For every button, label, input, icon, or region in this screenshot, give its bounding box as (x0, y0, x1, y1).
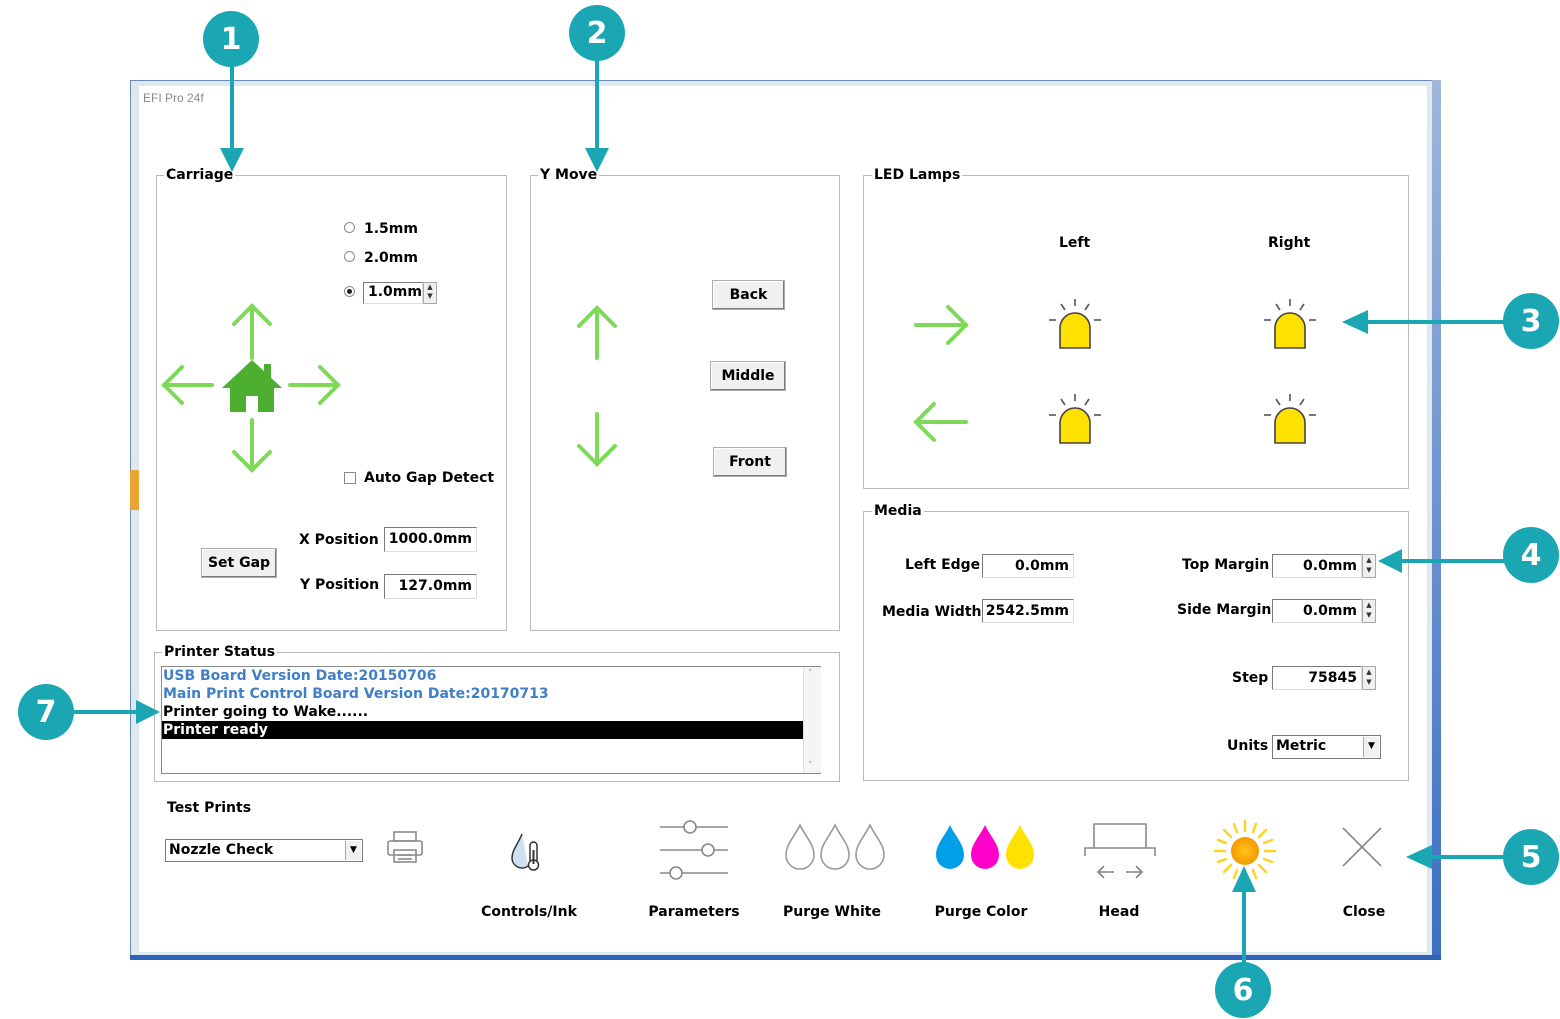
close-label[interactable]: Close (1294, 904, 1434, 920)
controls-ink-icon[interactable] (508, 830, 548, 872)
media-width-label: Media Width (882, 604, 982, 620)
test-prints-select-value: Nozzle Check (169, 842, 274, 858)
parameters-icon[interactable] (658, 817, 730, 885)
carriage-right-arrow-icon[interactable] (288, 365, 341, 405)
window-left-accent (130, 470, 139, 510)
gap-radio-2-0-label: 2.0mm (364, 250, 418, 266)
close-icon[interactable] (1341, 826, 1383, 868)
purge-color-label[interactable]: Purge Color (911, 904, 1051, 920)
chevron-down-icon: ▼ (1363, 737, 1379, 757)
callout-badge-5: 5 (1503, 829, 1559, 885)
y-front-button[interactable]: Front (713, 447, 787, 477)
x-position-label: X Position (299, 532, 379, 548)
carriage-down-arrow-icon[interactable] (232, 418, 272, 473)
status-line[interactable]: Main Print Control Board Version Date:20… (162, 685, 803, 703)
units-select[interactable]: Metric ▼ (1272, 735, 1381, 759)
status-line-selected[interactable]: Printer ready (162, 721, 803, 739)
gap-spin-input[interactable]: 1.0mm (363, 282, 423, 304)
y-move-group-label: Y Move (538, 167, 600, 183)
window-right-edge (1432, 80, 1441, 960)
chevron-down-icon: ▼ (345, 841, 361, 860)
left-edge-label: Left Edge (905, 557, 981, 573)
led-lamps-group-label: LED Lamps (872, 167, 963, 183)
parameters-label[interactable]: Parameters (624, 904, 764, 920)
controls-ink-label[interactable]: Controls/Ink (459, 904, 599, 920)
carriage-up-arrow-icon[interactable] (232, 303, 272, 360)
led-left-arrow-icon[interactable] (913, 402, 968, 442)
y-move-arrows (577, 305, 617, 467)
top-margin-field[interactable]: 0.0mm (1272, 554, 1362, 578)
led-arrows (913, 305, 969, 442)
side-margin-spin[interactable]: ▲ ▼ (1362, 599, 1376, 623)
callout-badge-2: 2 (569, 5, 625, 61)
y-move-down-arrow-icon[interactable] (577, 412, 617, 467)
callout-badge-3: 3 (1503, 293, 1559, 349)
y-position-label: Y Position (300, 577, 380, 593)
printer-status-list[interactable]: USB Board Version Date:20150706 Main Pri… (161, 666, 821, 774)
auto-gap-checkbox[interactable] (344, 472, 356, 484)
media-group-label: Media (872, 503, 924, 519)
led-right-label: Right (1268, 235, 1311, 251)
media-width-field[interactable]: 2542.5mm (982, 599, 1074, 623)
step-field[interactable]: 75845 (1272, 666, 1362, 690)
left-edge-field[interactable]: 0.0mm (982, 554, 1074, 578)
top-margin-label: Top Margin (1182, 557, 1270, 573)
scroll-down-icon[interactable]: ˅ (808, 761, 813, 771)
set-gap-button[interactable]: Set Gap (201, 548, 277, 578)
gap-radio-1-5[interactable] (344, 222, 355, 233)
units-select-value: Metric (1276, 738, 1327, 754)
purge-color-icon[interactable] (932, 822, 1038, 872)
gap-spin-arrows[interactable]: ▲ ▼ (423, 282, 437, 304)
callout-badge-1: 1 (203, 11, 259, 67)
scroll-up-icon[interactable]: ˄ (808, 669, 813, 679)
led-left-label: Left (1059, 235, 1091, 251)
head-label[interactable]: Head (1049, 904, 1189, 920)
x-position-field[interactable]: 1000.0mm (384, 527, 477, 552)
step-spin[interactable]: ▲ ▼ (1362, 666, 1376, 690)
callout-badge-4: 4 (1503, 527, 1559, 583)
print-icon[interactable] (385, 830, 425, 865)
status-line[interactable]: USB Board Version Date:20150706 (162, 667, 803, 685)
auto-gap-label: Auto Gap Detect (364, 470, 495, 486)
carriage-left-arrow-icon[interactable] (161, 365, 214, 405)
printer-status-label: Printer Status (162, 644, 278, 660)
sun-lamp-icon[interactable] (1212, 818, 1278, 884)
head-icon[interactable] (1082, 822, 1158, 884)
carriage-jog-pad (161, 303, 341, 473)
led-lamp-right-bottom-icon[interactable] (1260, 391, 1320, 446)
units-label: Units (1227, 738, 1269, 754)
test-prints-label: Test Prints (167, 800, 252, 816)
callout-badge-6: 6 (1215, 962, 1271, 1018)
status-scrollbar[interactable]: ˄ ˅ (803, 667, 821, 773)
gap-radio-1-5-label: 1.5mm (364, 221, 418, 237)
window-bottom-edge (130, 955, 1441, 960)
status-line[interactable]: Printer going to Wake...... (162, 703, 803, 721)
carriage-group-label: Carriage (164, 167, 236, 183)
home-icon[interactable] (222, 360, 282, 412)
window-title: EFI Pro 24f (143, 91, 204, 105)
led-lamp-right-top-icon[interactable] (1260, 296, 1320, 351)
y-middle-button[interactable]: Middle (710, 361, 786, 391)
gap-radio-2-0[interactable] (344, 251, 355, 262)
purge-white-icon[interactable] (782, 822, 888, 872)
led-lamp-left-top-icon[interactable] (1045, 296, 1105, 351)
led-lamp-left-bottom-icon[interactable] (1045, 391, 1105, 446)
y-back-button[interactable]: Back (712, 280, 785, 310)
gap-radio-custom[interactable] (344, 286, 355, 297)
side-margin-field[interactable]: 0.0mm (1272, 599, 1362, 623)
y-move-up-arrow-icon[interactable] (577, 305, 617, 360)
callout-badge-7: 7 (18, 684, 74, 740)
test-prints-select[interactable]: Nozzle Check ▼ (165, 839, 363, 862)
purge-white-label[interactable]: Purge White (762, 904, 902, 920)
side-margin-label: Side Margin (1177, 602, 1272, 618)
led-right-arrow-icon[interactable] (914, 305, 969, 345)
y-position-field[interactable]: 127.0mm (384, 574, 477, 599)
top-margin-spin[interactable]: ▲ ▼ (1362, 554, 1376, 578)
step-label: Step (1232, 670, 1269, 686)
